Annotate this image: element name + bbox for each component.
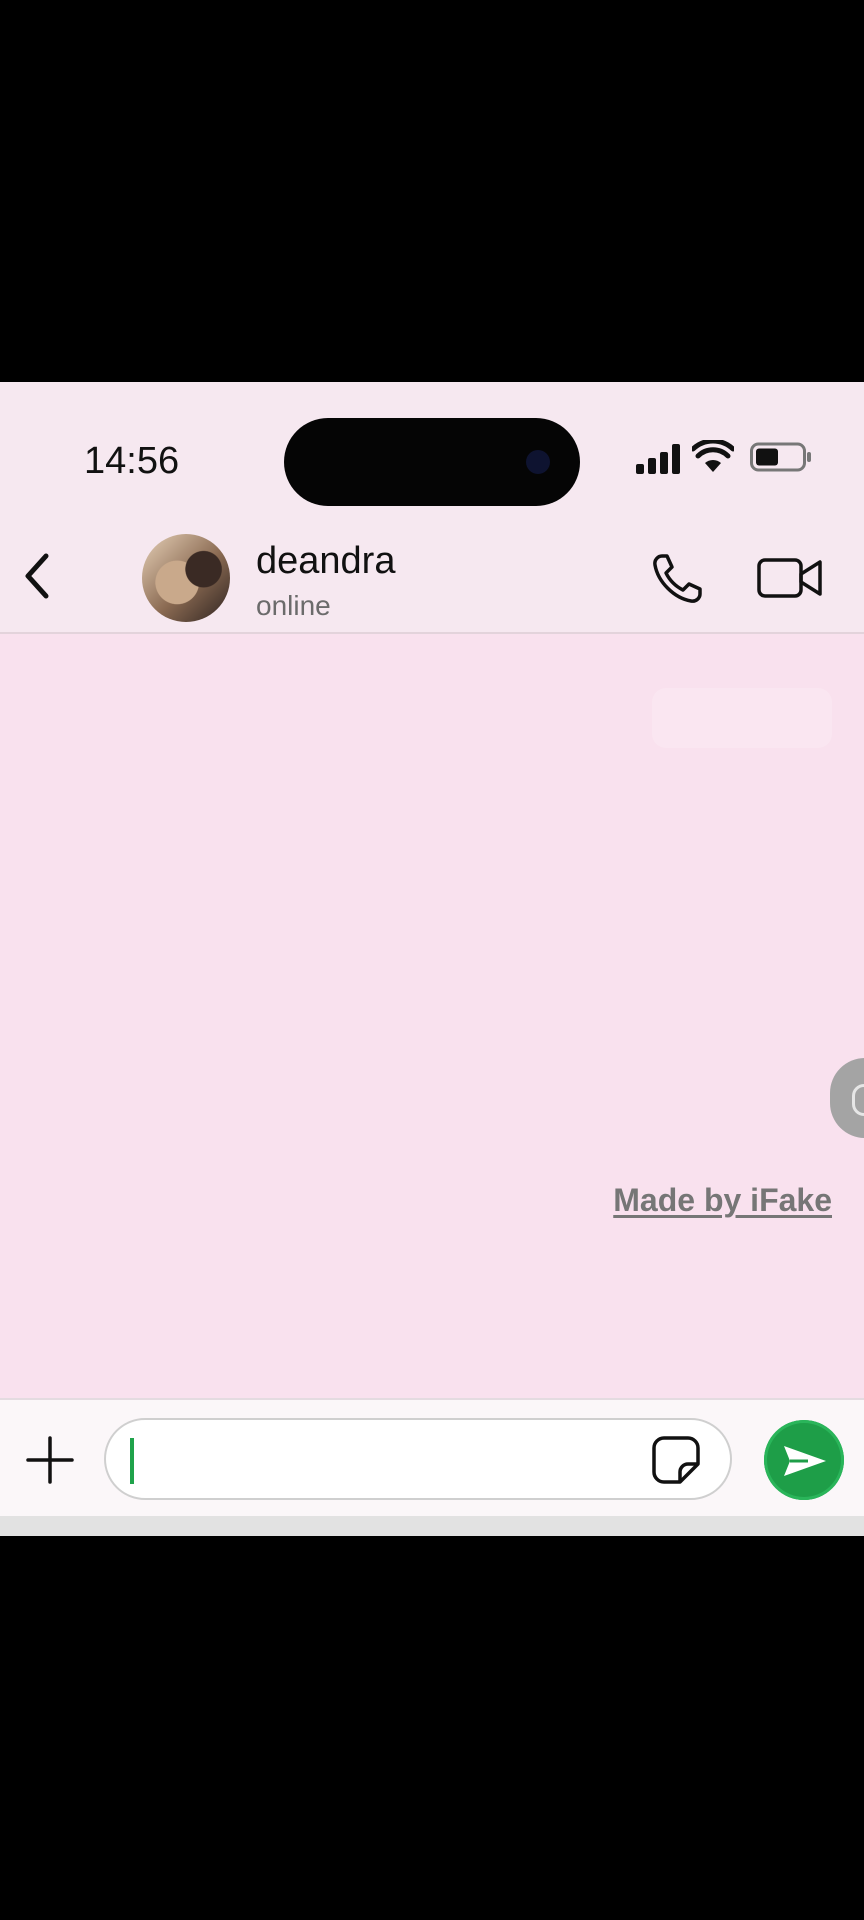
faded-message-bubble xyxy=(652,688,832,748)
dynamic-island xyxy=(284,418,580,506)
sticker-icon[interactable] xyxy=(650,1434,702,1486)
video-camera-icon[interactable] xyxy=(756,554,824,602)
letterbox-bottom xyxy=(0,1536,864,1920)
phone-icon[interactable] xyxy=(650,550,708,606)
bottom-bar xyxy=(0,1516,864,1536)
message-input-box[interactable] xyxy=(104,1418,732,1500)
phone-screen: 14:56 deandra online Made by iFake xyxy=(0,382,864,1536)
watermark-link[interactable]: Made by iFake xyxy=(613,1182,832,1219)
chat-header: deandra online xyxy=(0,522,864,634)
contact-status: online xyxy=(256,590,331,621)
send-icon xyxy=(784,1446,826,1476)
chevron-left-icon[interactable] xyxy=(14,544,58,608)
letterbox-top xyxy=(0,0,864,382)
plus-icon[interactable] xyxy=(24,1434,76,1486)
avatar[interactable] xyxy=(142,534,230,622)
status-bar: 14:56 xyxy=(0,382,864,522)
drag-handle[interactable] xyxy=(830,1058,864,1138)
chat-area[interactable]: Made by iFake xyxy=(0,634,864,1404)
battery-icon xyxy=(750,442,811,472)
message-input[interactable] xyxy=(130,1430,634,1490)
front-camera-icon xyxy=(526,450,550,474)
contact-name[interactable]: deandra xyxy=(256,540,395,583)
message-composer xyxy=(0,1398,864,1518)
signal-icon xyxy=(636,444,684,474)
send-button[interactable] xyxy=(764,1420,844,1500)
wifi-icon xyxy=(692,440,734,472)
status-time: 14:56 xyxy=(84,440,180,482)
